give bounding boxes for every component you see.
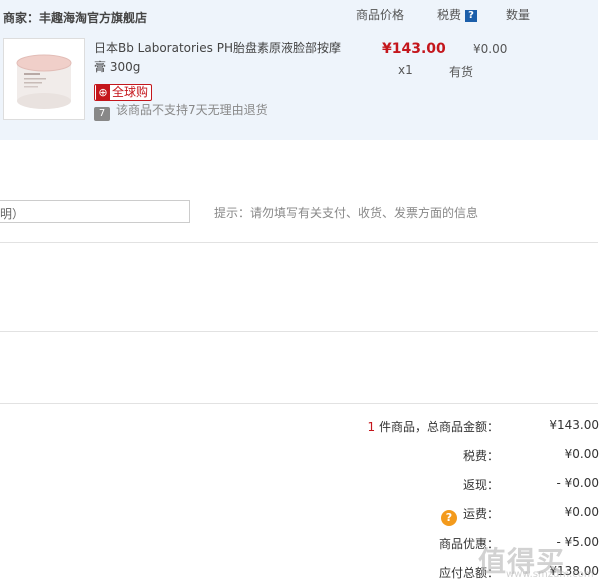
return-policy-note: 7 该商品不支持7天无理由退货 [94,101,268,121]
divider [0,242,598,243]
remark-hint: 提示：请勿填写有关支付、收货、发票方面的信息 [214,206,479,220]
column-header-price: 商品价格 [356,8,405,22]
shipping-row: ? 运费： [440,505,499,526]
order-remark-input[interactable] [0,200,190,223]
product-quantity: x1 [398,63,413,77]
shipping-value: ¥0.00 [564,505,599,519]
items-total-label: 件商品，总商品金额： [375,420,499,434]
product-thumbnail[interactable] [3,38,85,120]
divider [0,403,598,404]
product-price: ¥143.00 [382,41,446,57]
tax-header-label: 税费 [437,8,462,22]
rebate-label: 返现： [462,478,499,492]
return-policy-text: 该商品不支持7天无理由退货 [116,103,268,117]
stock-status: 有货 [449,65,474,79]
order-remark-text: 说明） [0,207,25,221]
product-name[interactable]: 日本Bb Laboratories PH胎盘素原液脸部按摩膏 300g [94,39,344,77]
merchant-info: 商家：丰趣海淘官方旗舰店 [3,9,147,26]
global-purchase-badge: ⊕ 全球购 [94,84,153,101]
shipping-info-icon[interactable]: ? [440,510,457,526]
no-7-day-return-icon: 7 [94,107,110,121]
tax-value: ¥0.00 [564,447,599,461]
rebate-value: - ¥0.00 [556,476,600,490]
shipping-label: 运费： [462,507,499,521]
items-total-value: ¥143.00 [549,418,599,432]
merchant-label: 商家： [3,11,40,25]
merchant-name[interactable]: 丰趣海淘官方旗舰店 [39,11,147,25]
watermark-url: www.smzdm.com [506,569,594,580]
order-item-block: 商家：丰趣海淘官方旗舰店 商品价格 税费? 数量 日本Bb Laboratori… [0,0,598,140]
product-tax: ¥0.00 [473,42,508,56]
summary-items-label: 1 件商品，总商品金额： [368,418,499,435]
column-header-tax: 税费? [437,6,478,23]
globe-icon: ⊕ [96,85,110,100]
global-badge-label: 全球购 [112,85,149,99]
divider [0,331,598,332]
tax-label: 税费： [462,449,499,463]
column-header-qty: 数量 [506,8,531,22]
help-icon[interactable]: ? [465,9,478,22]
